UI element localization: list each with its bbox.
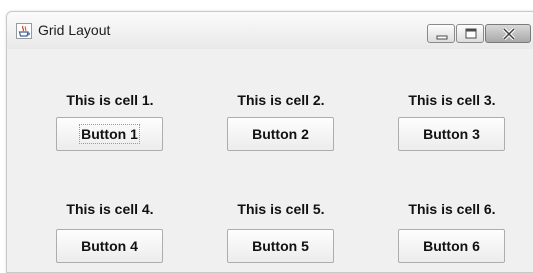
maximize-icon — [465, 28, 477, 39]
button-6[interactable]: Button 6 — [398, 229, 505, 263]
cell-1-label: This is cell 1. — [66, 92, 154, 108]
window-title: Grid Layout — [38, 22, 111, 38]
grid-panel: This is cell 1. This is cell 2. This is … — [16, 49, 528, 272]
button-1[interactable]: Button 1 — [56, 117, 163, 151]
button-5[interactable]: Button 5 — [227, 229, 334, 263]
app-window: Grid Layout This is cell 1. This is cell… — [6, 11, 533, 273]
button-5-label: Button 5 — [252, 238, 309, 254]
cell-2-label: This is cell 2. — [237, 92, 325, 108]
button-2[interactable]: Button 2 — [227, 117, 334, 151]
button-3-label: Button 3 — [423, 126, 480, 142]
cell-3-label: This is cell 3. — [408, 92, 496, 108]
button-3[interactable]: Button 3 — [398, 117, 505, 151]
title-bar[interactable]: Grid Layout — [7, 12, 533, 49]
button-6-label: Button 6 — [423, 238, 480, 254]
button-2-label: Button 2 — [252, 126, 309, 142]
button-4[interactable]: Button 4 — [56, 229, 163, 263]
button-4-label: Button 4 — [81, 238, 138, 254]
java-cup-icon — [16, 23, 32, 39]
cell-5-label: This is cell 5. — [237, 201, 325, 217]
close-button[interactable] — [485, 24, 531, 43]
maximize-button[interactable] — [456, 24, 484, 43]
minimize-button[interactable] — [427, 24, 455, 43]
close-icon — [502, 27, 516, 41]
cell-6-label: This is cell 6. — [408, 201, 496, 217]
button-1-label: Button 1 — [79, 124, 140, 144]
cell-4-label: This is cell 4. — [66, 201, 154, 217]
minimize-icon — [436, 35, 448, 40]
